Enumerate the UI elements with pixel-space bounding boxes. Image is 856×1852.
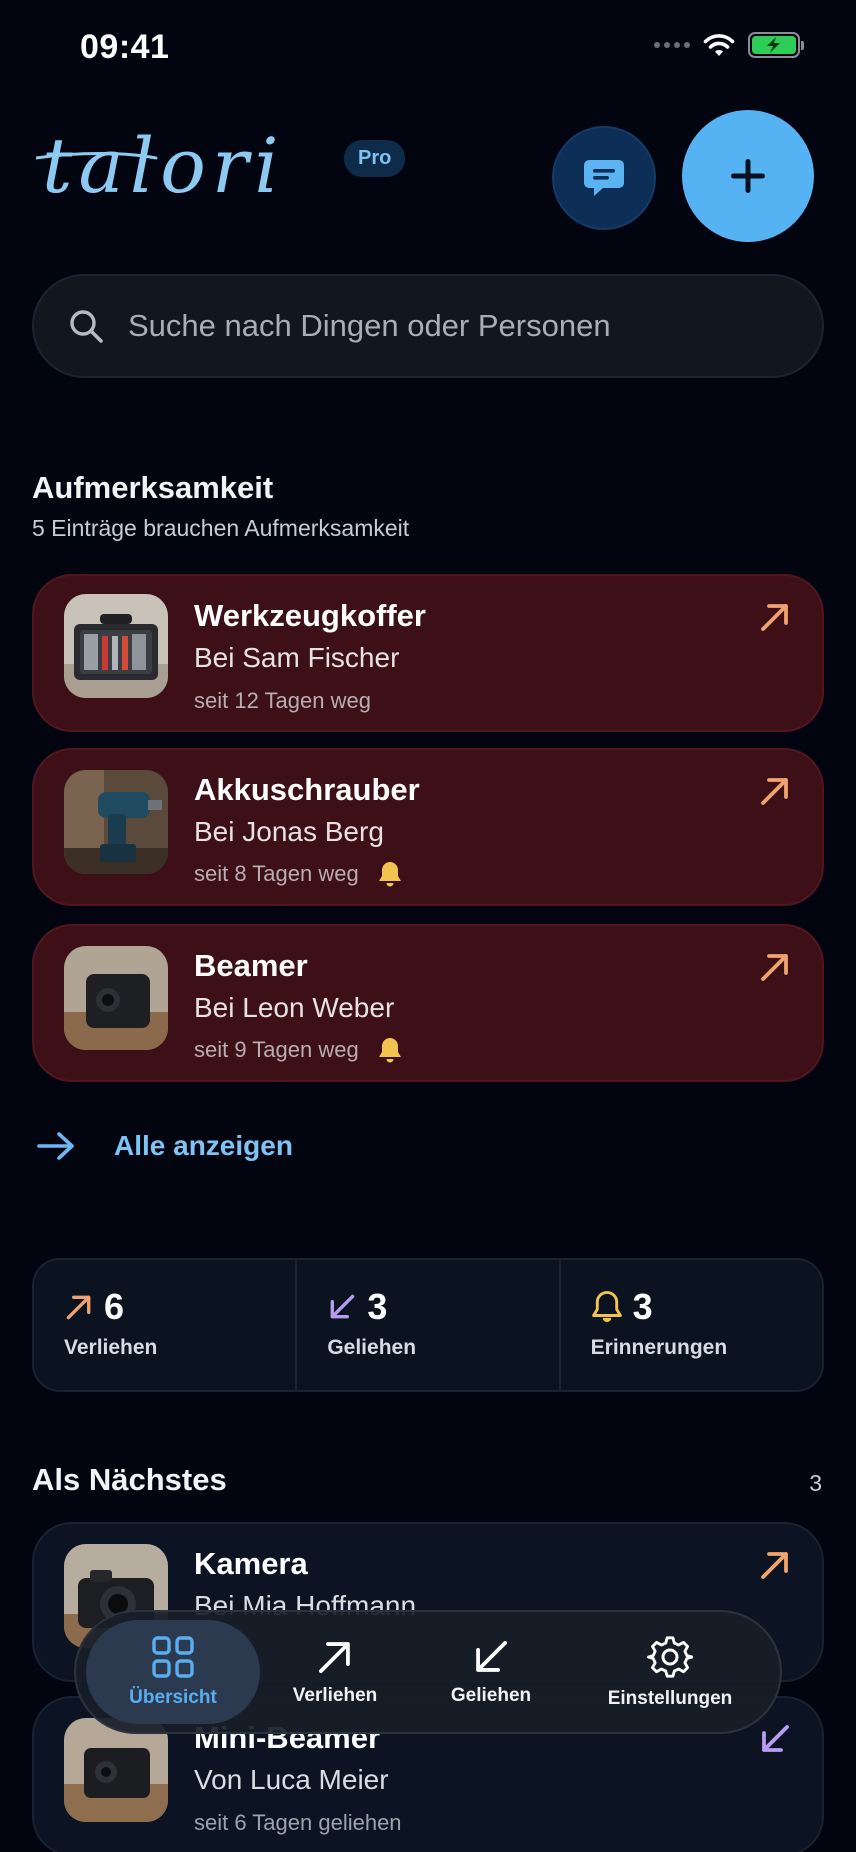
tab-label: Übersicht	[129, 1687, 217, 1708]
item-duration: seit 12 Tagen weg	[194, 688, 371, 713]
next-count: 3	[809, 1470, 822, 1496]
tab-overview[interactable]: Übersicht	[86, 1620, 260, 1724]
show-all-label: Alle anzeigen	[114, 1130, 293, 1161]
item-meta: seit 9 Tagen weg	[194, 1036, 403, 1064]
attention-card[interactable]: Werkzeugkoffer Bei Sam Fischer seit 12 T…	[32, 574, 824, 732]
next-title: Als Nächstes	[32, 1462, 227, 1497]
stat-label: Verliehen	[64, 1336, 158, 1359]
bell-icon	[378, 1038, 401, 1063]
arrow-down-left-icon	[330, 1294, 355, 1319]
attention-card[interactable]: Beamer Bei Leon Weber seit 9 Tagen weg	[32, 924, 824, 1082]
stats-summary: 6 Verliehen 3 Geliehen 3 Erinnerungen	[32, 1258, 824, 1392]
item-duration: seit 8 Tagen weg	[194, 861, 359, 886]
arrow-down-left-icon	[762, 1725, 789, 1752]
messages-button[interactable]	[552, 126, 656, 230]
status-icons	[654, 32, 804, 58]
arrow-up-right-icon	[761, 1552, 788, 1579]
show-all-link[interactable]: Alle anzeigen	[36, 1130, 293, 1162]
arrow-down-left-icon	[476, 1641, 507, 1672]
search-input[interactable]	[128, 308, 768, 344]
pro-badge: Pro	[344, 140, 406, 177]
arrow-up-right-icon	[66, 1295, 91, 1320]
talori-logo: talori talori	[36, 121, 285, 210]
tab-label: Geliehen	[450, 1685, 532, 1706]
svg-text:talori: talori	[42, 121, 285, 210]
item-person: Bei Sam Fischer	[194, 642, 400, 673]
item-meta: seit 6 Tagen geliehen	[194, 1810, 402, 1836]
item-title: Werkzeugkoffer	[194, 598, 426, 633]
stat-value: 3	[632, 1286, 653, 1327]
search-bar[interactable]	[32, 274, 824, 378]
tab-label: Verliehen	[292, 1685, 378, 1706]
item-title: Beamer	[194, 948, 308, 983]
grid-icon	[152, 1636, 194, 1678]
bell-icon	[378, 862, 401, 887]
add-item-button[interactable]	[682, 110, 814, 242]
stat-label: Erinnerungen	[590, 1336, 728, 1359]
item-meta: seit 8 Tagen weg	[194, 860, 403, 888]
cellular-signal-icon	[654, 42, 690, 48]
arrow-right-icon	[37, 1132, 74, 1160]
toolbox-image	[64, 594, 168, 698]
item-duration: seit 6 Tagen geliehen	[194, 1810, 402, 1835]
arrow-up-right-icon	[761, 778, 788, 805]
item-person: Von Luca Meier	[194, 1764, 389, 1795]
item-duration: seit 9 Tagen weg	[194, 1037, 359, 1062]
tab-bar: Übersicht Verliehen Geliehen Einstellung…	[74, 1610, 782, 1734]
tab-settings[interactable]: Einstellungen	[572, 1620, 768, 1724]
stat-borrowed[interactable]: 3 Geliehen	[295, 1260, 558, 1390]
battery-icon	[748, 32, 804, 58]
attention-card[interactable]: Akkuschrauber Bei Jonas Berg seit 8 Tage…	[32, 748, 824, 906]
stat-label: Geliehen	[327, 1336, 417, 1359]
item-person: Bei Leon Weber	[194, 992, 395, 1023]
attention-title: Aufmerksamkeit	[32, 470, 274, 505]
item-meta: seit 12 Tagen weg	[194, 688, 371, 714]
item-person: Bei Jonas Berg	[194, 816, 384, 847]
drill-image	[64, 770, 168, 874]
projector-image	[64, 946, 168, 1050]
tab-borrowed[interactable]: Geliehen	[410, 1620, 572, 1724]
arrow-up-right-icon	[319, 1642, 350, 1673]
item-title: Akkuschrauber	[194, 772, 420, 807]
arrow-up-right-icon	[761, 604, 788, 631]
attention-subtitle: 5 Einträge brauchen Aufmerksamkeit	[32, 515, 410, 541]
status-bar: 09:41	[0, 0, 856, 100]
header: talori talori Pro	[0, 100, 856, 250]
stat-value: 3	[367, 1286, 388, 1327]
item-title: Kamera	[194, 1546, 308, 1581]
tab-label: Einstellungen	[607, 1688, 733, 1709]
plus-icon	[731, 159, 765, 193]
gear-icon	[647, 1636, 693, 1678]
wifi-icon	[703, 34, 735, 56]
status-time: 09:41	[80, 28, 170, 66]
bell-icon	[591, 1290, 622, 1323]
stat-value: 6	[104, 1286, 125, 1327]
chat-icon	[584, 160, 624, 196]
stat-reminders[interactable]: 3 Erinnerungen	[558, 1260, 822, 1390]
tab-lent[interactable]: Verliehen	[260, 1620, 410, 1724]
search-icon	[70, 310, 103, 343]
arrow-up-right-icon	[761, 954, 788, 981]
stat-lent[interactable]: 6 Verliehen	[34, 1260, 295, 1390]
